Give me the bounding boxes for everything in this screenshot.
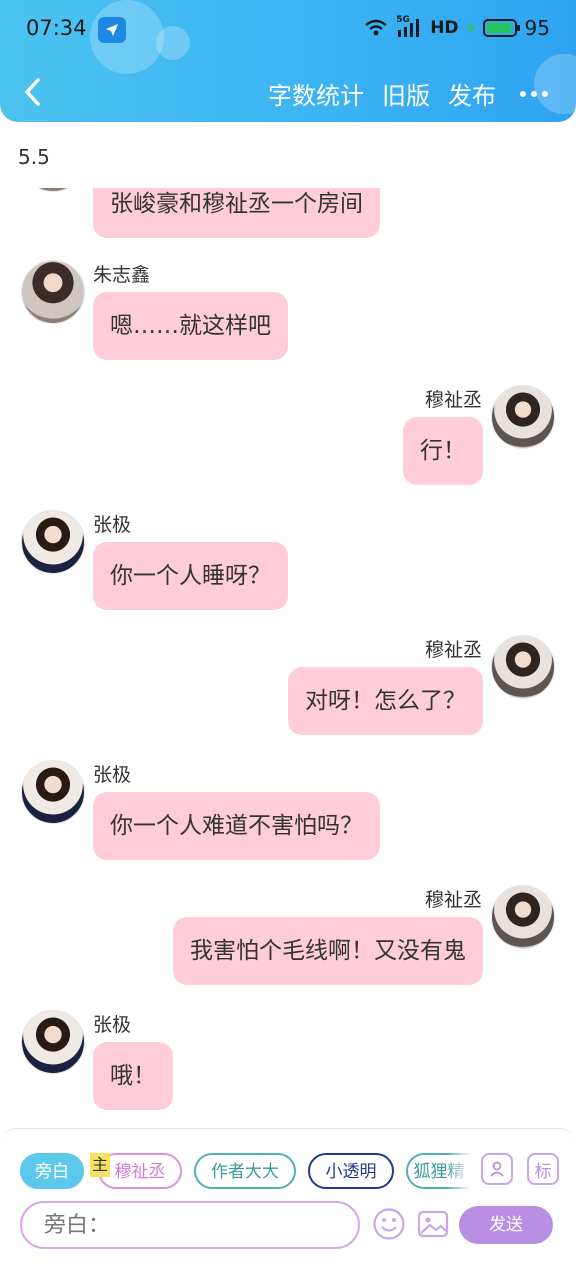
battery-level [486, 23, 512, 33]
chat-message: 张极 你一个人睡呀？ [0, 510, 576, 620]
old-version-button[interactable]: 旧版 [382, 76, 430, 111]
sender-name: 穆祉丞 [424, 639, 482, 661]
message-bubble[interactable]: 对呀！怎么了？ [288, 667, 483, 735]
publish-button[interactable]: 发布 [448, 76, 496, 111]
main-role-badge: 主 [90, 1153, 110, 1177]
role-list-fade [446, 1149, 472, 1193]
sender-name: 张极 [93, 764, 132, 786]
avatar[interactable] [21, 760, 85, 824]
chat-message: 张峻豪和穆祉丞一个房间 [0, 188, 576, 248]
battery-icon [482, 19, 520, 37]
back-button[interactable] [18, 74, 48, 110]
avatar[interactable] [491, 635, 555, 699]
chat-message: 穆祉丞 对呀！怎么了？ [0, 635, 576, 745]
word-count-button[interactable]: 字数统计 [268, 76, 364, 111]
location-icon [98, 17, 126, 43]
avatar[interactable] [21, 510, 85, 574]
role-chip-author[interactable]: 作者大大 [194, 1153, 296, 1189]
chapter-title: 5.5 [18, 145, 50, 169]
role-chip-xiaotouming[interactable]: 小透明 [308, 1153, 394, 1189]
avatar[interactable] [21, 188, 85, 192]
role-chip-mu[interactable]: 穆祉丞 [98, 1153, 182, 1189]
network-type: 5G [396, 15, 410, 25]
nav-actions: 字数统计 旧版 发布 [268, 76, 548, 111]
image-icon [417, 1210, 449, 1238]
role-manage-button[interactable] [481, 1153, 513, 1185]
avatar[interactable] [21, 260, 85, 324]
chat-message: 朱志鑫 嗯……就这样吧 [0, 260, 576, 370]
mark-button[interactable]: 标 [527, 1153, 559, 1185]
message-bubble[interactable]: 哦！ [93, 1042, 173, 1110]
status-time: 07:34 [26, 16, 87, 40]
signal-icon: 5G [396, 15, 422, 38]
message-bubble[interactable]: 嗯……就这样吧 [93, 292, 288, 360]
role-chip-narration[interactable]: 旁白 [20, 1153, 84, 1189]
chat-thread: 张峻豪和穆祉丞一个房间 朱志鑫 嗯……就这样吧 穆祉丞 行！ 张极 你一个人睡呀… [0, 188, 576, 1128]
person-icon [490, 1161, 504, 1177]
battery-percent: 95 [524, 16, 550, 40]
sender-name: 朱志鑫 [93, 264, 151, 286]
chat-message: 张极 你一个人难道不害怕吗？ [0, 760, 576, 870]
sender-name: 穆祉丞 [424, 389, 482, 411]
sender-name: 张极 [93, 1014, 132, 1036]
chat-message: 张极 哦！ [0, 1010, 576, 1120]
sender-name: 穆祉丞 [424, 889, 482, 911]
avatar[interactable] [21, 1010, 85, 1074]
smiley-icon [373, 1208, 405, 1240]
message-bubble[interactable]: 你一个人难道不害怕吗？ [93, 792, 380, 860]
message-bubble[interactable]: 行！ [403, 417, 483, 485]
status-icons: 5G HD 95 [364, 15, 550, 40]
avatar[interactable] [491, 885, 555, 949]
avatar[interactable] [491, 385, 555, 449]
more-icon[interactable] [520, 90, 548, 97]
message-bubble[interactable]: 张峻豪和穆祉丞一个房间 [93, 188, 380, 238]
top-bar: 07:34 5G HD 95 字数统计 旧版 发布 [0, 0, 576, 122]
sender-name: 张极 [93, 514, 132, 536]
charging-icon [466, 21, 475, 35]
chat-message: 穆祉丞 我害怕个毛线啊！又没有鬼 [0, 885, 576, 995]
image-button[interactable] [416, 1207, 450, 1241]
message-bubble[interactable]: 你一个人睡呀？ [93, 542, 288, 610]
composer-panel: 旁白 穆祉丞 主 作者大大 小透明 狐狸精 标 发送 [0, 1128, 576, 1280]
send-button[interactable]: 发送 [459, 1206, 553, 1244]
message-input[interactable] [20, 1201, 360, 1249]
hd-indicator: HD [430, 18, 459, 38]
decor-bubble [156, 26, 190, 60]
chevron-left-icon [25, 78, 40, 106]
chat-message: 穆祉丞 行！ [0, 385, 576, 495]
emoji-button[interactable] [372, 1207, 406, 1241]
wifi-icon [365, 19, 387, 36]
message-bubble[interactable]: 我害怕个毛线啊！又没有鬼 [173, 917, 483, 985]
